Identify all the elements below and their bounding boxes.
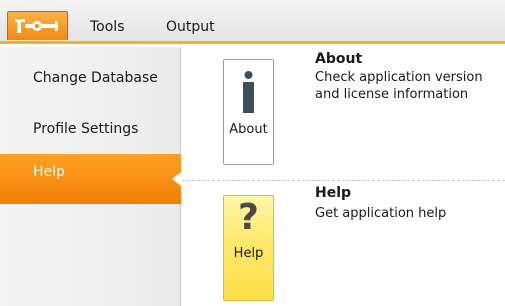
sidebar-item-profile-settings[interactable]: Profile Settings [0,104,181,154]
help-title: Help [315,185,352,201]
about-description: Check application version and license in… [315,70,483,102]
about-tile-label: About [229,122,268,137]
help-tile-label: Help [233,246,264,261]
help-tile-button[interactable]: ? Help [223,195,274,301]
about-tile-button[interactable]: About [223,59,274,165]
question-mark-icon: ? [238,197,259,238]
content-panel: About About Check application version an… [182,47,505,306]
tab-tools[interactable]: Tools [90,19,125,35]
app-menu-button[interactable] [7,11,68,40]
sidebar-item-help[interactable]: Help [0,154,181,204]
about-title: About [315,51,363,67]
menu-bar: Tools Output [0,0,505,44]
help-description: Get application help [315,206,447,221]
wrench-logo-icon [15,19,58,33]
section-divider [182,180,505,181]
sidebar-item-change-database[interactable]: Change Database [0,53,181,103]
application-window: Tools Output Change Database Profile Set… [0,0,505,306]
sidebar: Change Database Profile Settings Help [0,47,181,306]
info-icon [224,70,273,118]
tab-output[interactable]: Output [166,19,215,35]
selection-pointer [172,172,181,186]
